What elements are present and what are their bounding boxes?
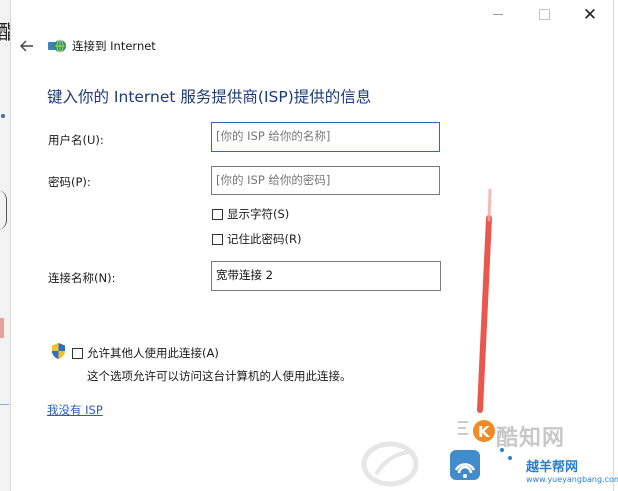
remember-password-label: 记住此密码(R) — [227, 232, 302, 246]
show-characters-label: 显示字符(S) — [227, 207, 290, 221]
remember-password-box[interactable] — [212, 233, 223, 245]
watermark-wifi-icon — [450, 448, 512, 480]
connection-name-input[interactable]: 宽带连接 2 — [211, 261, 441, 291]
allow-others-box[interactable] — [72, 347, 83, 359]
connect-to-internet-dialog: ✕ 连接到 Internet 键入你的 Internet 服务提供商(ISP)提… — [10, 0, 614, 491]
page-heading: 键入你的 Internet 服务提供商(ISP)提供的信息 — [47, 88, 372, 106]
connection-name-label: 连接名称(N): — [48, 271, 116, 285]
back-arrow-icon — [20, 40, 33, 52]
close-icon: ✕ — [582, 5, 598, 25]
minimize-button[interactable] — [475, 0, 521, 30]
close-button[interactable]: ✕ — [567, 0, 613, 30]
remember-password-checkbox[interactable]: 记住此密码(R) — [212, 231, 301, 247]
username-label: 用户名(U): — [48, 133, 104, 147]
no-isp-link[interactable]: 我没有 ISP — [47, 402, 103, 418]
password-input[interactable]: [你的 ISP 给你的密码] — [211, 166, 440, 195]
maximize-button[interactable] — [521, 0, 567, 30]
background-red-mark — [0, 318, 4, 338]
watermark-yue-text: 越羊帮网 — [526, 460, 579, 475]
back-button[interactable] — [17, 36, 37, 56]
background-link-line — [0, 404, 9, 405]
background-window-edge: 酯 — [0, 0, 18, 491]
watermark-swirl — [361, 441, 419, 487]
allow-others-checkbox[interactable]: 允许其他人使用此连接(A) — [72, 345, 219, 361]
caption-buttons: ✕ — [475, 0, 613, 30]
uac-shield-icon — [52, 343, 65, 359]
allow-others-label: 允许其他人使用此连接(A) — [87, 346, 219, 360]
username-input[interactable]: [你的 ISP 给你的名称] — [211, 122, 440, 152]
password-label: 密码(P): — [48, 175, 91, 189]
username-placeholder: [你的 ISP 给你的名称] — [216, 129, 331, 143]
dialog-title: 连接到 Internet — [72, 39, 156, 53]
network-globe-icon — [47, 38, 67, 54]
svg-text:K: K — [478, 423, 491, 441]
wizard-header: 连接到 Internet — [17, 34, 156, 58]
watermark-url: www.yueyangbang.com — [526, 475, 618, 484]
background-bullet — [1, 114, 5, 118]
connection-name-value: 宽带连接 2 — [216, 268, 273, 282]
show-characters-box[interactable] — [212, 208, 223, 220]
allow-others-note: 这个选项允许可以访问这台计算机的人使用此连接。 — [87, 369, 352, 383]
show-characters-checkbox[interactable]: 显示字符(S) — [212, 206, 289, 222]
background-curve — [0, 190, 7, 230]
password-placeholder: [你的 ISP 给你的密码] — [216, 173, 331, 187]
